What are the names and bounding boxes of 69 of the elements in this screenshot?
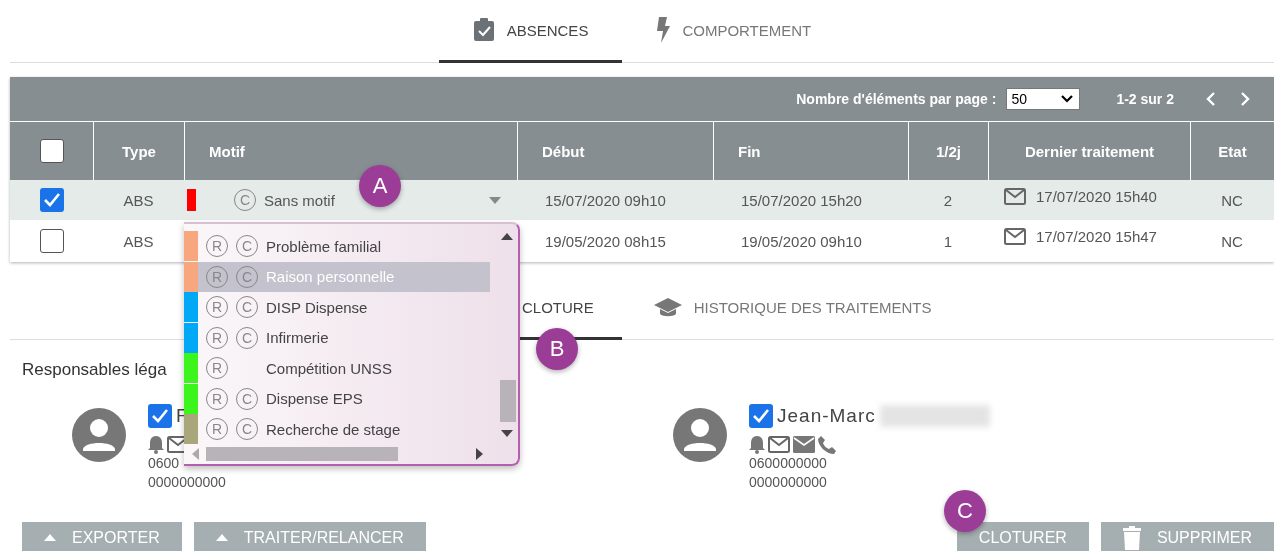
dropdown-option[interactable]: R C Dispense EPS — [184, 383, 490, 414]
table-cell-text: 1 — [942, 231, 954, 252]
trash-icon — [1122, 525, 1141, 550]
row-checkbox[interactable] — [39, 188, 64, 212]
motif-select-value[interactable]: Sans motif — [264, 191, 335, 209]
row-checkbox[interactable] — [39, 229, 64, 253]
envelope-icon — [1004, 228, 1026, 245]
table-cell: 17/07/2020 15h47 — [1036, 228, 1157, 245]
phone-icon — [818, 436, 836, 454]
dropdown-option[interactable]: R C DISP Dispense — [184, 292, 490, 323]
guardian-checkbox[interactable] — [749, 404, 773, 428]
scroll-thumb[interactable] — [206, 447, 398, 461]
scroll-right-icon[interactable] — [476, 448, 483, 460]
next-page-icon[interactable] — [1240, 92, 1250, 106]
page-range: 1-2 sur 2 — [1116, 91, 1174, 107]
scroll-thumb[interactable] — [500, 380, 516, 422]
clipboard-check-icon — [472, 18, 495, 42]
scroll-down-icon[interactable] — [501, 430, 513, 437]
phone-number: 0000000000 — [749, 473, 828, 492]
callout-tooltip: C — [944, 490, 986, 532]
table-cell-text: 15/07/2020 15h20 — [740, 190, 863, 211]
dropdown-option[interactable]: R C Recherche de stage — [184, 414, 490, 445]
chevron-down-icon — [1061, 95, 1074, 103]
dropdown-option[interactable]: R Compétition UNSS — [184, 353, 490, 384]
phone-number: 0600 — [148, 454, 181, 473]
guardian-checkbox[interactable] — [148, 404, 172, 428]
envelope-icon — [768, 436, 790, 453]
tab[interactable]: HISTORIQUE DES TRAITEMENTS — [621, 278, 964, 340]
callout-tooltip: B — [536, 328, 578, 370]
graduation-cap-icon — [653, 297, 682, 318]
envelope-icon — [793, 436, 815, 453]
caret-down-icon — [489, 196, 501, 204]
check-mark-icon — [753, 409, 769, 423]
table-cell-text: 19/05/2020 09h10 — [740, 231, 863, 252]
table-cell-text: NC — [1220, 190, 1244, 211]
bell-icon — [148, 436, 164, 454]
table-cell-text: ABS — [122, 190, 155, 211]
table-cell-text: 15/07/2020 09h10 — [544, 190, 667, 211]
page-size-select[interactable]: 50 — [1006, 88, 1081, 110]
phone-number: 0000000000 — [148, 473, 226, 492]
dropdown-option[interactable]: R C Problème familial — [184, 231, 490, 262]
action-button[interactable]: EXPORTER — [22, 522, 182, 551]
bell-icon — [749, 436, 765, 454]
section-title: Responsables léga — [22, 360, 167, 381]
check-mark-icon — [152, 409, 168, 423]
caret-up-icon — [215, 534, 228, 541]
action-button[interactable]: CLOTURER — [956, 522, 1089, 551]
page-size-label: Nombre d'éléments par page : — [796, 91, 997, 107]
table-cell-text: NC — [1220, 231, 1244, 252]
table-cell: 17/07/2020 15h40 — [1036, 188, 1157, 205]
dropdown-option[interactable]: R C Infirmerie — [184, 322, 490, 353]
table-cell-text: 19/05/2020 08h15 — [544, 231, 667, 252]
action-button[interactable]: TRAITER/RELANCER — [193, 522, 426, 551]
check-mark-icon — [43, 193, 60, 207]
user-avatar-icon — [673, 408, 727, 462]
scroll-up-icon[interactable] — [501, 233, 513, 240]
table-cell-text: 2 — [942, 190, 954, 211]
table-cell-text: ABS — [122, 231, 155, 252]
previous-page-icon[interactable] — [1206, 92, 1216, 106]
guardian-name: Jean-Marc — [777, 405, 876, 427]
lightning-icon — [656, 17, 671, 43]
select-all-checkbox[interactable] — [39, 139, 64, 163]
user-avatar-icon — [72, 408, 126, 462]
action-button[interactable]: SUPPRIMER — [1100, 522, 1274, 551]
tab[interactable]: ABSENCES — [438, 0, 623, 63]
caret-up-icon — [44, 534, 56, 541]
tab[interactable]: COMPORTEMENT — [622, 0, 846, 63]
envelope-icon — [1004, 188, 1026, 205]
phone-number: 0600000000 — [749, 454, 828, 473]
